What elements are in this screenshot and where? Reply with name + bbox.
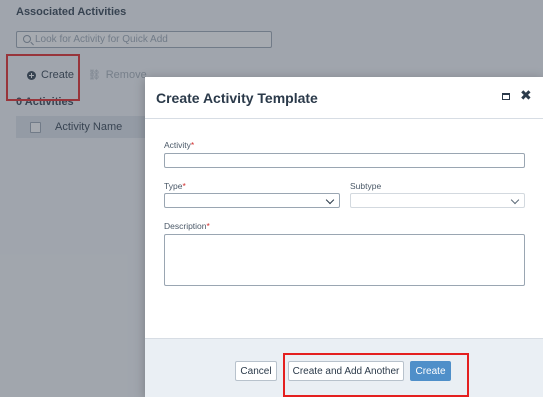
activity-input[interactable] [164,153,525,168]
description-required-mark: * [206,221,210,231]
activity-required-mark: * [190,140,195,150]
chevron-down-icon [510,195,520,205]
subtype-field-label: Subtype [350,181,382,191]
type-select[interactable] [164,193,340,208]
dialog-header: Create Activity Template ✖ [145,77,543,119]
activity-field-label: Activity* [164,140,194,150]
subtype-select[interactable] [350,193,525,208]
dialog-title: Create Activity Template [156,90,318,106]
close-icon[interactable]: ✖ [520,88,532,102]
description-label-text: Description [164,221,207,231]
footer-buttons-highlight [283,353,469,397]
chevron-down-icon [325,195,335,205]
cancel-button[interactable]: Cancel [235,361,277,381]
description-textarea[interactable] [164,234,525,286]
maximize-icon[interactable] [502,93,510,100]
description-field-label: Description* [164,221,210,231]
type-label-text: Type [164,181,183,191]
activity-label-text: Activity [164,140,191,150]
create-activity-template-dialog: Create Activity Template ✖ Activity* Typ… [145,77,543,397]
type-required-mark: * [182,181,186,191]
type-field-label: Type* [164,181,186,191]
